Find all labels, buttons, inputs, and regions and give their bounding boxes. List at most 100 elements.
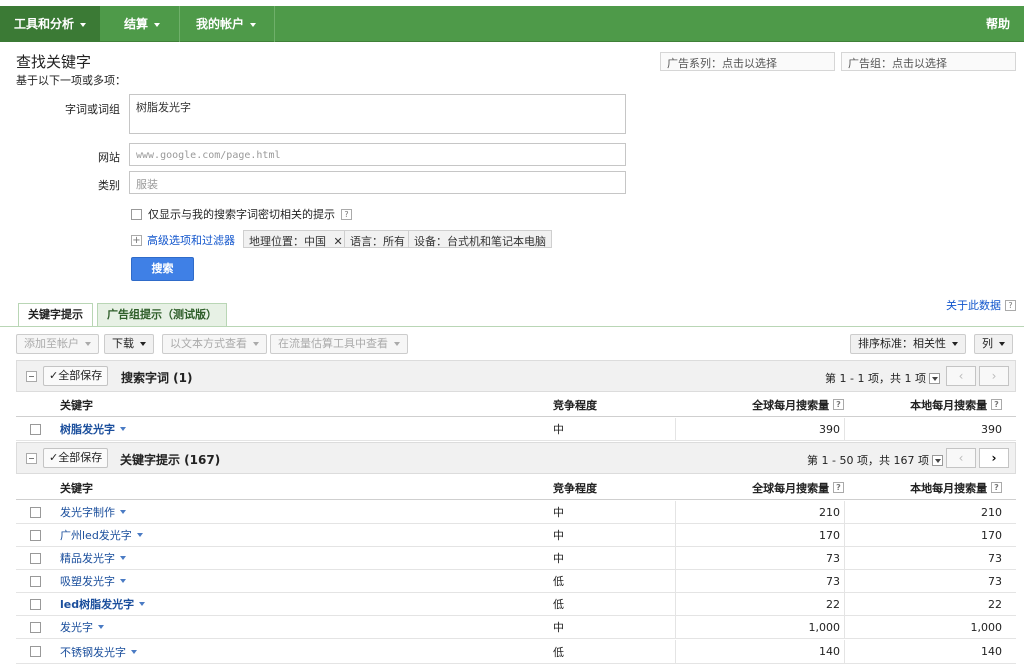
close-icon[interactable]: ✕ — [334, 235, 343, 248]
help-icon[interactable]: ? — [833, 399, 844, 410]
advanced-options[interactable]: + 高级选项和过滤器 — [131, 232, 235, 248]
next-page-button[interactable]: › — [979, 448, 1009, 468]
prev-page-button[interactable]: ‹ — [946, 366, 976, 386]
row-checkbox[interactable] — [30, 552, 41, 564]
word-or-phrase-input[interactable]: 树脂发光字 — [129, 94, 626, 134]
language-filter-chip[interactable]: 语言：所有 — [344, 230, 411, 248]
col-keyword[interactable]: 关键字 — [60, 393, 93, 416]
column-divider — [844, 570, 845, 592]
row-checkbox[interactable] — [30, 598, 41, 610]
keyword-cell[interactable]: 精品发光字 — [60, 547, 126, 569]
keyword-cell[interactable]: 吸塑发光字 — [60, 570, 126, 592]
category-input[interactable]: 服装 — [129, 171, 626, 194]
tab-adgroup-ideas[interactable]: 广告组提示（测试版） — [97, 303, 227, 327]
tab-keyword-ideas[interactable]: 关键字提示 — [18, 303, 93, 327]
next-page-button[interactable]: › — [979, 366, 1009, 386]
col-competition[interactable]: 竞争程度 — [553, 476, 597, 499]
keyword-text[interactable]: 发光字 — [60, 619, 93, 635]
row-checkbox[interactable] — [30, 423, 41, 435]
nav-tools-analysis[interactable]: 工具和分析 — [0, 6, 101, 42]
adgroup-select[interactable]: 广告组：点击以选择 — [841, 52, 1016, 71]
save-all-button[interactable]: ✓全部保存 — [43, 448, 109, 468]
keyword-cell[interactable]: 发光字 — [60, 616, 104, 638]
keyword-cell[interactable]: 树脂发光字 — [60, 418, 126, 440]
keyword-text[interactable]: 发光字制作 — [60, 504, 115, 520]
only-related-checkbox[interactable] — [131, 208, 142, 220]
only-related-label: 仅显示与我的搜索字词密切相关的提示 — [148, 208, 335, 221]
chevron-down-icon[interactable] — [98, 625, 104, 629]
col-local-label: 本地每月搜索量 — [910, 481, 988, 495]
competition-cell: 中 — [553, 506, 564, 519]
chevron-down-icon — [253, 342, 259, 346]
keyword-cell[interactable]: led树脂发光字 — [60, 593, 146, 615]
chevron-down-icon[interactable] — [120, 579, 126, 583]
collapse-icon[interactable] — [26, 371, 37, 382]
only-related-option: 仅显示与我的搜索字词密切相关的提示 ? — [131, 206, 352, 222]
about-data-link[interactable]: 关于此数据 — [946, 297, 1001, 313]
nav-help[interactable]: 帮助 — [972, 6, 1024, 42]
help-icon[interactable]: ? — [991, 482, 1002, 493]
keyword-text[interactable]: 广州led发光字 — [60, 527, 132, 543]
device-filter-chip[interactable]: 设备：台式机和笔记本电脑 — [408, 230, 552, 248]
keyword-cell[interactable]: 不锈钢发光字 — [60, 640, 137, 663]
nav-my-account[interactable]: 我的帐户 — [182, 6, 270, 42]
global-cell: 210 — [819, 505, 840, 519]
collapse-icon[interactable] — [26, 453, 37, 464]
table-row: 精品发光字 中 73 73 — [16, 547, 1016, 570]
traffic-estimator-button[interactable]: 在流量估算工具中查看 — [270, 334, 408, 354]
col-competition[interactable]: 竞争程度 — [553, 393, 597, 416]
chevron-down-icon[interactable] — [120, 427, 126, 431]
row-checkbox[interactable] — [30, 621, 41, 633]
prev-page-button[interactable]: ‹ — [946, 448, 976, 468]
row-checkbox[interactable] — [30, 575, 41, 587]
table-row: 发光字制作 中 210 210 — [16, 501, 1016, 524]
save-all-button[interactable]: ✓全部保存 — [43, 366, 109, 386]
help-icon[interactable]: ? — [833, 482, 844, 493]
row-checkbox[interactable] — [30, 529, 41, 541]
column-divider — [844, 501, 845, 523]
keyword-ideas-header: ✓全部保存 关键字提示 (167) 第 1 - 50 项，共 167 项 ‹ › — [16, 442, 1016, 474]
col-keyword[interactable]: 关键字 — [60, 476, 93, 499]
keyword-text[interactable]: 吸塑发光字 — [60, 573, 115, 589]
chevron-down-icon[interactable] — [136, 533, 143, 537]
dropdown-icon[interactable] — [928, 372, 940, 384]
campaign-select[interactable]: 广告系列：点击以选择 — [660, 52, 835, 71]
row-checkbox[interactable] — [30, 506, 41, 518]
column-divider — [675, 547, 676, 569]
advanced-options-link[interactable]: 高级选项和过滤器 — [147, 232, 235, 248]
chevron-down-icon[interactable] — [120, 510, 126, 514]
website-label: 网站 — [98, 151, 120, 164]
word-label: 字词或词组 — [65, 103, 120, 116]
col-local-searches[interactable]: 本地每月搜索量 ? — [910, 476, 1002, 499]
keyword-text[interactable]: 不锈钢发光字 — [60, 644, 126, 660]
col-local-searches[interactable]: 本地每月搜索量 ? — [910, 393, 1002, 416]
keyword-text[interactable]: led树脂发光字 — [60, 596, 134, 612]
row-checkbox[interactable] — [30, 646, 41, 657]
help-icon[interactable]: ? — [1005, 299, 1016, 311]
search-terms-header: ✓全部保存 搜索字词 (1) 第 1 - 1 项，共 1 项 ‹ › — [16, 360, 1016, 392]
keyword-cell[interactable]: 发光字制作 — [60, 501, 126, 523]
add-to-account-button[interactable]: 添加至帐户 — [16, 334, 99, 354]
sort-by-button[interactable]: 排序标准：相关性 — [850, 334, 966, 354]
help-icon[interactable]: ? — [991, 399, 1002, 410]
help-icon[interactable]: ? — [341, 208, 352, 220]
keyword-text[interactable]: 精品发光字 — [60, 550, 115, 566]
columns-button[interactable]: 列 — [974, 334, 1013, 354]
location-filter-chip[interactable]: 地理位置：中国 ✕ — [243, 230, 349, 248]
view-as-text-button[interactable]: 以文本方式查看 — [162, 334, 267, 354]
chevron-down-icon[interactable] — [120, 556, 126, 560]
local-cell: 390 — [981, 422, 1002, 436]
chevron-down-icon[interactable] — [139, 602, 146, 606]
keyword-cell[interactable]: 广州led发光字 — [60, 524, 143, 546]
col-global-searches[interactable]: 全球每月搜索量 ? — [752, 393, 844, 416]
keyword-text[interactable]: 树脂发光字 — [60, 421, 115, 437]
search-button[interactable]: 搜索 — [131, 257, 194, 281]
chevron-down-icon[interactable] — [131, 649, 137, 654]
column-divider — [675, 418, 676, 440]
col-global-searches[interactable]: 全球每月搜索量 ? — [752, 476, 844, 499]
pagination-text: 第 1 - 1 项，共 1 项 — [825, 372, 926, 385]
nav-billing[interactable]: 结算 — [110, 6, 174, 42]
download-button[interactable]: 下载 — [104, 334, 154, 354]
dropdown-icon[interactable] — [931, 454, 943, 466]
website-input[interactable]: www.google.com/page.html — [129, 143, 626, 166]
